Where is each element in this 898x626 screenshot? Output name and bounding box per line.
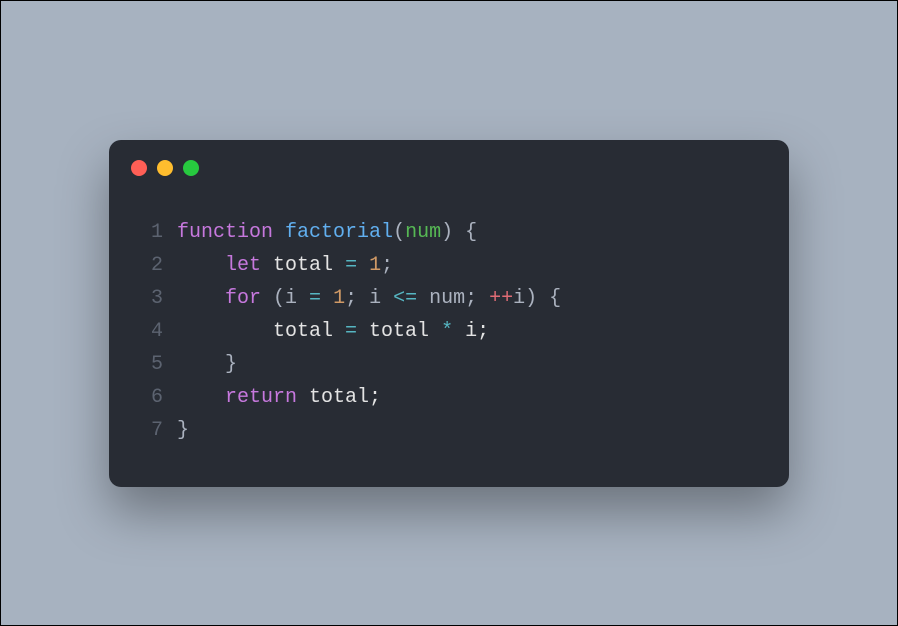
token xyxy=(357,254,369,277)
token: = xyxy=(345,320,357,343)
token: ++ xyxy=(489,287,513,310)
line-number: 6 xyxy=(139,381,177,414)
token: num xyxy=(405,221,441,244)
line-number: 4 xyxy=(139,315,177,348)
token: factorial xyxy=(285,221,393,244)
line-number: 1 xyxy=(139,216,177,249)
code-content: function factorial(num) { xyxy=(177,216,759,249)
line-number: 2 xyxy=(139,249,177,282)
code-line: 2 let total = 1; xyxy=(139,249,759,282)
token xyxy=(273,221,285,244)
token: total xyxy=(273,254,333,277)
token xyxy=(177,386,225,409)
token: let xyxy=(225,254,261,277)
token: 1 xyxy=(369,254,381,277)
token: ; i xyxy=(345,287,393,310)
code-content: return total; xyxy=(177,381,759,414)
token: return xyxy=(225,386,297,409)
token: 1 xyxy=(333,287,345,310)
line-number: 5 xyxy=(139,348,177,381)
maximize-icon[interactable] xyxy=(183,160,199,176)
token xyxy=(177,254,225,277)
code-line: 1function factorial(num) { xyxy=(139,216,759,249)
token: ( xyxy=(393,221,405,244)
token: i; xyxy=(453,320,489,343)
code-content: } xyxy=(177,348,759,381)
token xyxy=(177,287,225,310)
token: = xyxy=(309,287,321,310)
line-number: 3 xyxy=(139,282,177,315)
code-editor: 1function factorial(num) {2 let total = … xyxy=(109,186,789,447)
token: total; xyxy=(297,386,381,409)
token xyxy=(333,254,345,277)
line-number: 7 xyxy=(139,414,177,447)
token: num; xyxy=(417,287,489,310)
token: = xyxy=(345,254,357,277)
token xyxy=(261,254,273,277)
token: * xyxy=(441,320,453,343)
token: function xyxy=(177,221,273,244)
code-line: 5 } xyxy=(139,348,759,381)
token: total xyxy=(177,320,345,343)
code-line: 7} xyxy=(139,414,759,447)
minimize-icon[interactable] xyxy=(157,160,173,176)
token: } xyxy=(177,353,237,376)
token: total xyxy=(357,320,441,343)
token: (i xyxy=(261,287,309,310)
token xyxy=(321,287,333,310)
code-content: } xyxy=(177,414,759,447)
code-line: 3 for (i = 1; i <= num; ++i) { xyxy=(139,282,759,315)
token: for xyxy=(225,287,261,310)
code-line: 4 total = total * i; xyxy=(139,315,759,348)
token: ) { xyxy=(441,221,477,244)
titlebar xyxy=(109,140,789,186)
code-line: 6 return total; xyxy=(139,381,759,414)
close-icon[interactable] xyxy=(131,160,147,176)
token: i) { xyxy=(513,287,561,310)
token: <= xyxy=(393,287,417,310)
code-content: total = total * i; xyxy=(177,315,759,348)
code-content: let total = 1; xyxy=(177,249,759,282)
code-window: 1function factorial(num) {2 let total = … xyxy=(109,140,789,487)
token: } xyxy=(177,419,189,442)
token: ; xyxy=(381,254,393,277)
code-content: for (i = 1; i <= num; ++i) { xyxy=(177,282,759,315)
